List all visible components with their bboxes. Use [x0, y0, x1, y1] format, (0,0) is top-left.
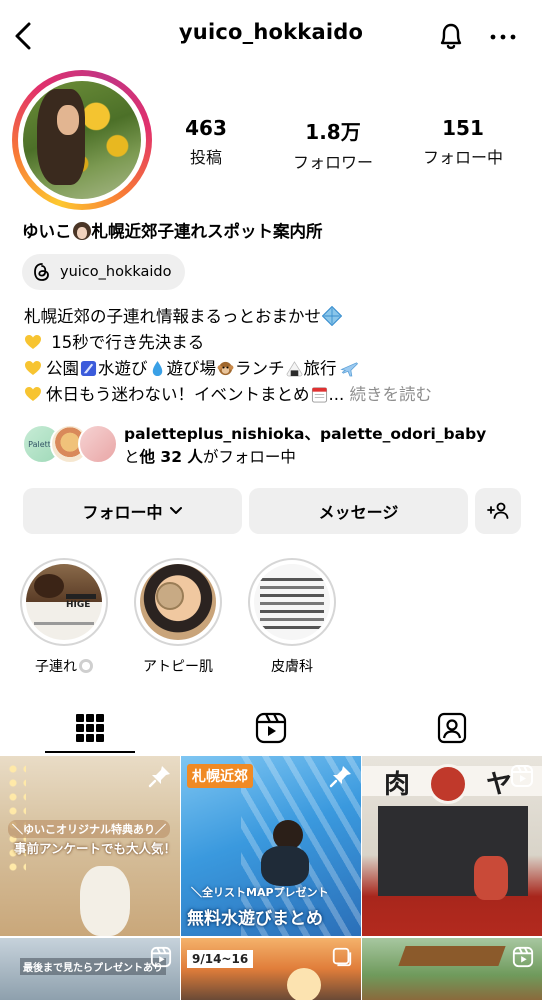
bio-line-1: 札幌近郊の子連れ情報まるっとおまかせ [24, 307, 321, 326]
bio-ellipsis: ... [328, 385, 350, 404]
stat-following-value: 151 [442, 116, 484, 140]
pin-icon [329, 766, 351, 788]
stat-followers-label: フォロワー [292, 153, 373, 172]
highlight-kids[interactable]: HIGE 子連れ [19, 558, 109, 676]
following-button-label: フォロー中 [82, 503, 163, 522]
avatar-photo [23, 81, 141, 199]
tab-tagged[interactable] [362, 706, 542, 750]
post-3-sign-1: 肉 [384, 770, 411, 800]
bio-line-2: 15秒で行き先決まる [46, 333, 205, 352]
notifications-button[interactable] [434, 18, 468, 54]
post-6[interactable] [362, 938, 542, 1000]
monkey-emoji-icon [217, 361, 234, 376]
reel-icon [150, 946, 172, 968]
calendar-emoji-icon [311, 387, 327, 403]
highlight-atopy-cover [140, 564, 216, 640]
bio: 札幌近郊の子連れ情報まるっとおまかせ 15秒で行き先決まる 公園 水遊び 遊び場 ラン… [24, 304, 524, 408]
profile-display-name: ゆいこ 札幌近郊子連れスポット案内所 [22, 218, 323, 242]
diamond-emoji-icon [322, 306, 342, 326]
yellow-heart-icon [25, 387, 41, 401]
message-button[interactable]: メッセージ [249, 488, 468, 534]
slide-emoji-icon [80, 360, 97, 377]
more-options-button[interactable] [486, 22, 520, 52]
yellow-heart-icon [25, 361, 41, 375]
stat-followers[interactable]: 1.8万 フォロワー [278, 116, 388, 173]
airplane-emoji-icon [339, 362, 358, 377]
bio-line-4: 休日もう迷わない！イベントまとめ [46, 385, 310, 404]
followed-by-text[interactable]: paletteplus_nishioka、palette_odori_baby … [124, 423, 486, 469]
post-3[interactable]: 肉 ヤ [362, 756, 542, 936]
tab-grid[interactable] [0, 706, 180, 750]
post-2-line-2: 無料水遊びまとめ [187, 909, 323, 929]
threads-icon [34, 263, 49, 281]
name-suffix: 札幌近郊子連れスポット案内所 [91, 222, 323, 241]
read-more-link[interactable]: 続きを読む [350, 385, 433, 404]
threads-badge[interactable]: yuico_hokkaido [22, 254, 186, 290]
post-2-tag: 札幌近郊 [187, 764, 253, 788]
name-prefix: ゆいこ [22, 222, 72, 241]
bio-line-3d: ランチ [235, 359, 285, 378]
threads-handle: yuico_hokkaido [60, 264, 172, 280]
post-1[interactable]: ＼ゆいこオリジナル特典あり／ 事前アンケートでも大人気！ [0, 756, 180, 936]
rice-emoji-icon [79, 659, 93, 673]
chevron-down-icon [169, 507, 182, 514]
highlight-dermatology-cover [254, 564, 330, 640]
reel-icon [512, 946, 534, 968]
followed-by-count[interactable]: 他 32 人 [140, 448, 203, 466]
yellow-heart-icon [25, 335, 41, 349]
more-horizontal-icon [490, 34, 516, 40]
stat-following[interactable]: 151 フォロー中 [408, 116, 518, 168]
reel-icon [511, 765, 533, 787]
woman-emoji-icon [72, 222, 91, 240]
stat-followers-value: 1.8万 [305, 120, 361, 144]
bio-line-3e: 旅行 [303, 359, 337, 378]
post-2[interactable]: 札幌近郊 ＼全リストMAPプレゼント 無料水遊びまとめ [181, 756, 361, 936]
grid-icon [76, 714, 104, 742]
highlight-kids-cover: HIGE [26, 564, 102, 640]
highlight-dermatology[interactable]: 皮膚科 [247, 558, 337, 676]
highlight-kids-title: HIGE [66, 600, 91, 610]
bio-line-3b: 水遊び [98, 359, 148, 378]
tab-reels[interactable] [181, 706, 361, 750]
bio-line-3a: 公園 [46, 359, 79, 378]
post-4-text: 最後まで見たらプレゼントあり [20, 958, 166, 975]
post-1-line-1: ＼ゆいこオリジナル特典あり／ [8, 820, 170, 838]
followed-by-names[interactable]: paletteplus_nishioka、palette_odori_baby [124, 425, 486, 443]
highlight-kids-label: 子連れ [35, 659, 77, 675]
tagged-user-icon [437, 712, 467, 744]
message-button-label: メッセージ [318, 503, 399, 522]
following-button[interactable]: フォロー中 [23, 488, 242, 534]
reels-icon [255, 712, 287, 744]
stat-posts-label: 投稿 [189, 148, 222, 167]
post-2-line-1: ＼全リストMAPプレゼント [191, 886, 329, 899]
profile-avatar[interactable] [12, 70, 152, 210]
followed-by-and: と [124, 448, 140, 466]
post-4[interactable]: 最後まで見たらプレゼントあり [0, 938, 180, 1000]
multi-image-icon [332, 947, 352, 967]
post-5[interactable]: 9/14~16 [181, 938, 361, 1000]
droplet-emoji-icon [152, 360, 162, 377]
suggested-users-button[interactable] [475, 488, 521, 534]
post-3-logo [428, 764, 468, 804]
pin-icon [148, 766, 170, 788]
bio-line-3c: 遊び場 [166, 359, 217, 378]
post-3-sign-2: ヤ [486, 770, 513, 800]
mutual-avatar-3[interactable] [78, 424, 118, 464]
stat-following-label: フォロー中 [422, 148, 503, 167]
active-tab-indicator [45, 751, 135, 753]
post-1-line-2: 事前アンケートでも大人気！ [14, 841, 177, 856]
add-user-icon [487, 502, 509, 519]
post-5-date: 9/14~16 [187, 950, 254, 968]
rice-ball-emoji-icon [286, 361, 302, 377]
bell-icon [440, 23, 462, 50]
followed-by-suffix: がフォロー中 [202, 448, 296, 466]
highlight-dermatology-label: 皮膚科 [271, 659, 313, 675]
stat-posts[interactable]: 463 投稿 [168, 116, 244, 168]
highlight-atopy-label: アトピー肌 [143, 659, 213, 675]
highlight-atopy[interactable]: アトピー肌 [133, 558, 223, 676]
stat-posts-value: 463 [185, 116, 227, 140]
